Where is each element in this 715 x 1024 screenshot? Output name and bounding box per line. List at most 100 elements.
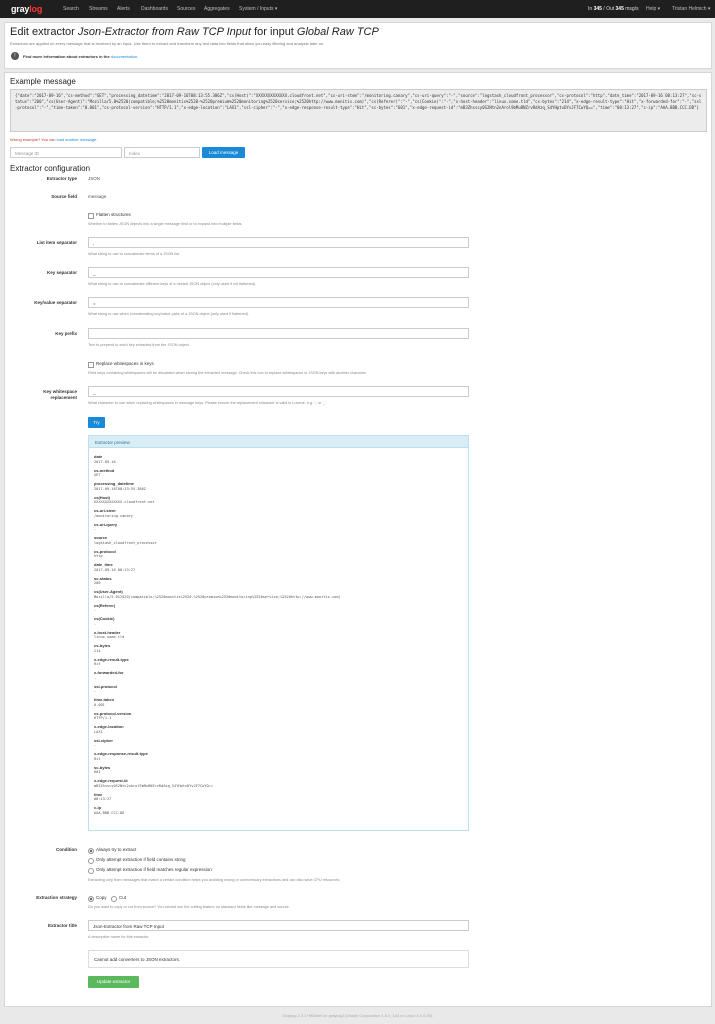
preview-field-value: LAX1: [94, 729, 103, 734]
message-id-input[interactable]: Message ID: [10, 147, 122, 158]
flatten-structures-label: Flatten structures: [96, 212, 131, 217]
preview-field-value: linux.some.tld: [94, 635, 125, 639]
nav-search[interactable]: Search: [63, 6, 79, 12]
preview-field-value: -: [94, 527, 97, 531]
preview-field-value: 214: [94, 648, 101, 653]
strategy-copy-label: Copy: [96, 895, 107, 900]
preview-field-value: GET: [94, 473, 101, 477]
key-whitespace-replacement-label: Key whitespace replacement: [10, 389, 77, 401]
throughput-unit: msg/s: [625, 6, 639, 12]
documentation-hint-end: .: [137, 54, 139, 59]
preview-field-value: Mozilla/5.0%2520(compatible;%2520monitis…: [94, 594, 341, 599]
nav-user-menu[interactable]: Tristan Helmich ▾: [672, 6, 710, 12]
preview-field-value: Hit: [94, 756, 101, 761]
key-prefix-input[interactable]: [88, 328, 469, 339]
condition-contains-label: Only attempt extraction if field contain…: [96, 857, 186, 862]
logo-text-gray: gray: [11, 4, 30, 14]
title-input-name: Global Raw TCP: [296, 26, 379, 38]
condition-contains-radio[interactable]: [88, 858, 94, 864]
load-another-message-link[interactable]: load another message: [57, 137, 97, 142]
preview-field-value: XXXXXXXXXXXXX.cloudfront.net: [94, 500, 155, 504]
key-value-separator-help: What string to use when concatenating ke…: [88, 312, 250, 316]
strategy-cut-radio[interactable]: [111, 896, 117, 902]
documentation-link[interactable]: documentation: [111, 54, 137, 59]
source-field-label: Source field: [51, 194, 77, 199]
nav-dashboards[interactable]: Dashboards: [141, 6, 168, 12]
example-message-box: {"date":"2017-09-16","cs-method":"GET","…: [10, 89, 707, 132]
page-footer: Graylog 2.3.1+9f2c6ef on graylog2 (Oracl…: [282, 1013, 433, 1018]
extractor-title-input[interactable]: Json-Extractor from Raw TCP Input: [88, 920, 469, 931]
title-extractor-name: Json-Extractor from Raw TCP Input: [77, 26, 252, 38]
preview-field-value: 601: [94, 770, 101, 774]
preview-field-value: 2017-09-16: [94, 459, 116, 464]
condition-always-radio[interactable]: [88, 848, 94, 854]
extraction-strategy-help: Do you want to copy or cut from source? …: [88, 905, 290, 909]
lightbulb-icon: !: [11, 52, 19, 60]
strategy-copy-radio[interactable]: [88, 896, 94, 902]
converters-note: Cannot add converters to JSON extractors…: [88, 950, 469, 968]
nav-help[interactable]: Help ▾: [646, 6, 660, 12]
replace-whitespace-checkbox[interactable]: [88, 362, 94, 368]
preview-field-value: -: [94, 743, 97, 747]
update-extractor-button[interactable]: Update extractor: [88, 976, 139, 988]
preview-field-value: http: [94, 554, 103, 558]
preview-field-value: 08:13:27: [94, 797, 112, 801]
wrong-example-hint: Wrong example? You can load another mess…: [10, 137, 97, 142]
example-message-heading: Example message: [10, 77, 76, 86]
nav-aggregates[interactable]: Aggregates: [204, 6, 230, 12]
condition-regex-radio[interactable]: [88, 868, 94, 874]
flatten-structures-checkbox[interactable]: [88, 213, 94, 219]
top-navbar: graylog Search Streams Alerts Dashboards…: [0, 0, 715, 18]
wrong-example-text: Wrong example? You can: [10, 137, 57, 142]
extractor-type-label: Extractor type: [46, 176, 77, 181]
key-whitespace-replacement-input[interactable]: _: [88, 386, 469, 397]
index-input[interactable]: Index: [124, 147, 200, 158]
key-separator-label: Key separator: [46, 270, 77, 275]
source-field-value: message: [88, 194, 107, 199]
preview-field-value: 200: [94, 581, 101, 585]
preview-field-value: AAA.BBB.CCC.DD: [94, 810, 125, 815]
throughput-in-value: 345: [593, 6, 602, 12]
preview-field-value: -: [94, 689, 97, 693]
condition-label: Condition: [56, 847, 77, 852]
condition-help: Extracting only from messages that match…: [88, 878, 341, 882]
extractor-title-label: Extractor title: [47, 923, 77, 928]
list-item-separator-label: List item separator: [36, 240, 77, 245]
flatten-structures-help: Whether to flatten JSON objects into a s…: [88, 222, 243, 226]
load-message-button[interactable]: Load message: [202, 147, 245, 158]
nav-system-inputs[interactable]: System / Inputs ▾: [239, 6, 277, 12]
extraction-strategy-label: Extraction strategy: [36, 895, 77, 900]
key-prefix-help: Text to prepend to each key extracted fr…: [88, 343, 190, 347]
extractor-title-help: A descriptive name for this extractor.: [88, 935, 150, 939]
preview-field-value: -: [94, 621, 97, 626]
key-separator-help: What string to use to concatenate differ…: [88, 282, 257, 286]
list-item-separator-input[interactable]: ,: [88, 237, 469, 248]
key-whitespace-replacement-help: What character to use when replacing whi…: [88, 401, 328, 405]
list-item-separator-help: What string to use to concatenate items …: [88, 252, 181, 256]
throughput-in-label: In: [588, 6, 593, 12]
replace-whitespace-help: Field keys containing whitespaces will b…: [88, 371, 367, 375]
wrong-example-end: .: [96, 137, 98, 142]
graylog-logo[interactable]: graylog: [11, 4, 42, 14]
preview-field-value: 0.001: [94, 702, 105, 707]
extractor-preview-panel: Extractor preview date 2017-09-16 cs-metho…: [88, 435, 469, 831]
nav-alerts[interactable]: Alerts: [117, 6, 130, 12]
replace-whitespace-label: Replace whitespaces in keys: [96, 361, 154, 366]
documentation-hint: Find more information about extractors i…: [23, 54, 138, 59]
nav-streams[interactable]: Streams: [89, 6, 108, 12]
preview-field-value: -: [94, 675, 97, 680]
key-value-separator-input[interactable]: =: [88, 297, 469, 308]
title-mid: for input: [251, 26, 297, 38]
key-separator-input[interactable]: _: [88, 267, 469, 278]
preview-field-value: /monitoring.canary: [94, 513, 133, 518]
extractor-type-value: JSON: [88, 176, 101, 181]
extractor-configuration-heading: Extractor configuration: [10, 164, 91, 173]
throughput-out-value: 345: [615, 6, 624, 12]
logo-text-log: log: [29, 4, 43, 14]
preview-field-value: mB3Zhsscy0S2Ntn2nArol9bMuRNZrvRdAzq_S4YH…: [94, 783, 213, 788]
strategy-cut-label: Cut: [119, 895, 127, 900]
key-whitespace-replacement-label-line2: replacement: [50, 395, 77, 400]
try-button[interactable]: Try: [88, 417, 105, 428]
page-title: Edit extractor Json-Extractor from Raw T…: [10, 26, 379, 38]
nav-sources[interactable]: Sources: [177, 6, 195, 12]
